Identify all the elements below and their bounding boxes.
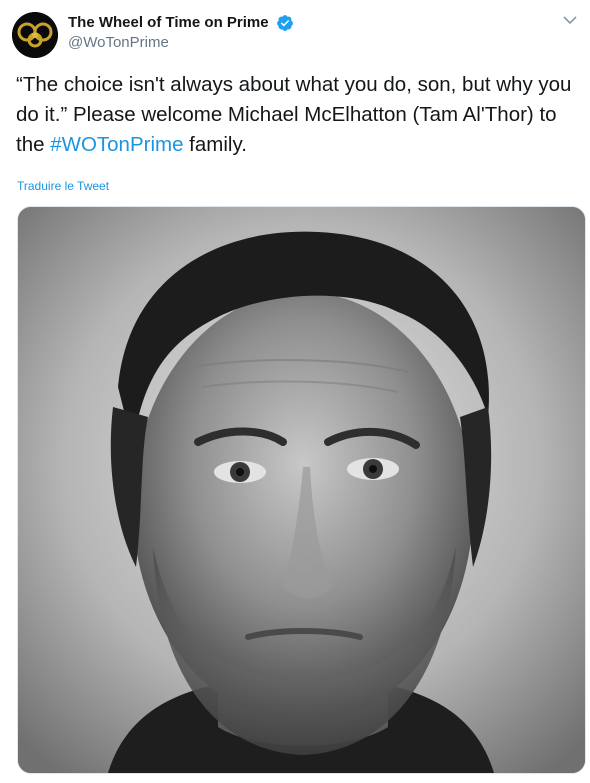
display-name[interactable]: The Wheel of Time on Prime [68, 13, 269, 33]
chevron-down-icon[interactable] [562, 12, 578, 28]
hashtag-link[interactable]: #WOTonPrime [50, 133, 183, 156]
portrait-image [18, 207, 585, 773]
tweet-header: The Wheel of Time on Prime @WoTonPrime [12, 8, 582, 58]
handle[interactable]: @WoTonPrime [68, 33, 294, 53]
wheel-of-time-logo [12, 12, 58, 58]
tweet-text-end: family. [183, 133, 247, 156]
translate-tweet-link[interactable]: Traduire le Tweet [17, 179, 109, 193]
account-names[interactable]: The Wheel of Time on Prime @WoTonPrime [68, 13, 294, 53]
tweet-text: “The choice isn't always about what you … [16, 70, 576, 160]
tweet-photo[interactable] [17, 206, 586, 774]
verified-badge-icon [277, 15, 293, 31]
avatar[interactable] [12, 12, 58, 58]
